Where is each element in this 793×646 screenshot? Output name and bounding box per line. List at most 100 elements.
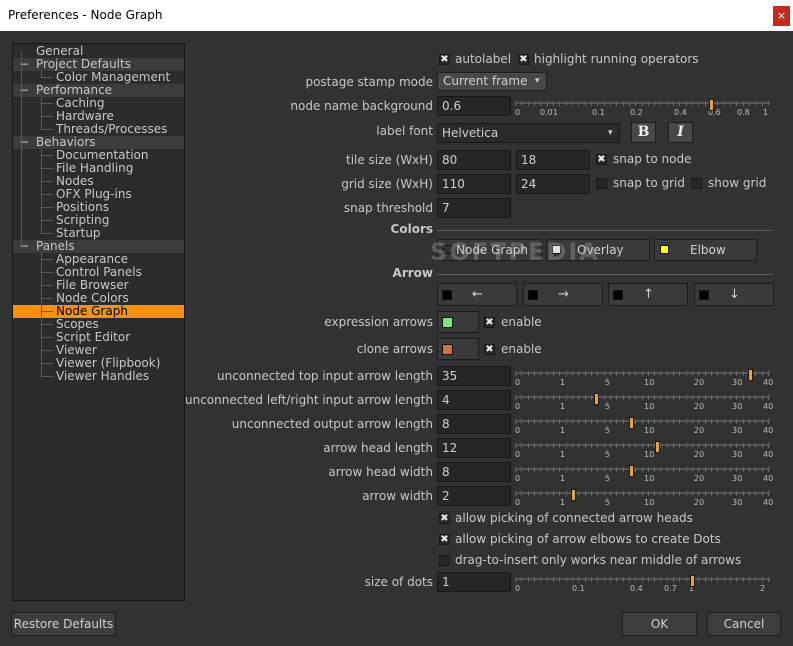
- length-setting-slider[interactable]: 0 1 5 10 20 30 40: [515, 441, 774, 459]
- italic-button[interactable]: I: [668, 122, 693, 143]
- slider-tick-label: 0: [515, 584, 521, 593]
- restore-defaults-button[interactable]: Restore Defaults: [11, 612, 116, 636]
- grid-size-w-input[interactable]: 110: [437, 174, 511, 194]
- slider-tick: [585, 577, 586, 582]
- slider-tick: [724, 419, 725, 424]
- length-setting-input[interactable]: 8: [437, 414, 511, 434]
- slider-tick: [642, 101, 643, 106]
- slider-tick: [578, 443, 579, 448]
- expression-arrows-enable-checkbox[interactable]: ✖: [484, 317, 495, 328]
- slider-tick: [528, 491, 529, 496]
- slider-handle[interactable]: [629, 465, 634, 477]
- clone-arrows-color-button[interactable]: [437, 338, 479, 360]
- slider-handle[interactable]: [629, 417, 634, 429]
- arrow-up-color-button[interactable]: ↑: [608, 283, 688, 306]
- snap-to-node-checkbox[interactable]: ✖: [596, 154, 607, 165]
- node-name-bg-input[interactable]: 0.6: [437, 96, 511, 116]
- tree-item[interactable]: Script Editor: [13, 331, 184, 344]
- tree-connector: [21, 52, 22, 247]
- slider-tick: [736, 419, 737, 424]
- highlight-running-checkbox[interactable]: ✖: [518, 54, 529, 65]
- length-setting-input[interactable]: 8: [437, 462, 511, 482]
- slider-tick-label: 30: [732, 474, 743, 483]
- node-name-bg-slider[interactable]: 0 0.01 0.1 0.2 0.4 0.6 0.8 1: [515, 99, 770, 117]
- slider-tick: [768, 443, 769, 448]
- slider-tick: [610, 491, 611, 496]
- slider-tick: [616, 101, 617, 106]
- slider-tick: [521, 395, 522, 400]
- slider-tick: [566, 491, 567, 496]
- clone-arrows-enable-checkbox[interactable]: ✖: [484, 344, 495, 355]
- grid-size-h-input[interactable]: 24: [516, 174, 590, 194]
- length-setting-slider[interactable]: 0 1 5 10 20 30 40: [515, 489, 773, 507]
- slider-tick-label: 10: [644, 378, 655, 387]
- slider-tick: [566, 577, 567, 582]
- slider-tick-label: 40: [763, 450, 774, 459]
- snap-to-grid-checkbox[interactable]: [596, 178, 607, 189]
- length-setting-slider[interactable]: 0 1 5 10 20 30 40: [515, 465, 773, 483]
- slider-tick: [755, 419, 756, 424]
- slider-tick: [521, 371, 522, 376]
- slider-tick: [692, 419, 693, 424]
- arrow-left-color-button[interactable]: ←: [437, 283, 517, 306]
- slider-handle[interactable]: [709, 99, 714, 111]
- option-checkbox[interactable]: ✖: [439, 534, 450, 545]
- length-setting-input[interactable]: 4: [437, 390, 511, 410]
- slider-handle[interactable]: [748, 369, 753, 381]
- slider-tick: [698, 395, 699, 400]
- slider-tick: [730, 101, 731, 106]
- length-setting-input[interactable]: 35: [437, 366, 511, 386]
- slider-tick: [642, 419, 643, 424]
- autolabel-label: autolabel: [455, 52, 512, 66]
- arrow-down-color-button[interactable]: ↓: [694, 283, 774, 306]
- size-of-dots-input[interactable]: 1: [437, 572, 511, 592]
- tile-size-w-input[interactable]: 80: [437, 150, 511, 170]
- length-setting-slider[interactable]: 0 1 5 10 20 30 40: [515, 417, 773, 435]
- elbow-color-button[interactable]: Elbow: [654, 239, 757, 261]
- clone-arrows-label: clone arrows: [356, 342, 433, 356]
- slider-tick: [515, 419, 516, 424]
- expression-arrows-color-button[interactable]: [437, 311, 479, 333]
- slider-handle[interactable]: [594, 393, 599, 405]
- postage-stamp-dropdown[interactable]: Current frame ▾: [437, 72, 547, 91]
- label-font-dropdown[interactable]: Helvetica ▾: [437, 123, 620, 143]
- grid-size-label: grid size (WxH): [341, 177, 433, 191]
- bold-button[interactable]: B: [631, 122, 656, 143]
- tree-connector: [41, 77, 53, 78]
- tree-item[interactable]: File Handling: [13, 162, 184, 175]
- chevron-down-icon: ▾: [608, 128, 613, 138]
- slider-handle[interactable]: [571, 489, 576, 501]
- show-grid-checkbox[interactable]: [691, 178, 702, 189]
- tree-item[interactable]: Viewer Handles: [13, 370, 184, 383]
- slider-handle[interactable]: [690, 575, 695, 587]
- slider-tick: [698, 101, 699, 106]
- slider-tick: [667, 395, 668, 400]
- autolabel-checkbox[interactable]: ✖: [439, 54, 450, 65]
- slider-tick: [698, 419, 699, 424]
- ok-button[interactable]: OK: [622, 612, 697, 636]
- slider-handle[interactable]: [655, 441, 660, 453]
- cancel-button[interactable]: Cancel: [707, 612, 781, 636]
- slider-tick: [749, 419, 750, 424]
- slider-tick: [755, 395, 756, 400]
- slider-tick: [629, 101, 630, 106]
- arrow-right-color-button[interactable]: →: [523, 283, 603, 306]
- slider-tick-label: 0: [515, 426, 521, 435]
- length-setting-input[interactable]: 2: [437, 486, 511, 506]
- slider-tick: [635, 491, 636, 496]
- length-setting-label: unconnected output arrow length: [231, 417, 433, 431]
- size-of-dots-slider[interactable]: 0 0.1 0.4 0.7 1 2: [515, 575, 770, 593]
- option-checkbox[interactable]: ✖: [439, 513, 450, 524]
- length-setting-slider[interactable]: 0 1 5 10 20 30 40: [515, 393, 773, 411]
- slider-tick-label: 1: [560, 450, 566, 459]
- length-setting-input[interactable]: 12: [437, 438, 511, 458]
- slider-tick: [566, 101, 567, 106]
- arrow-up-icon: ↑: [643, 287, 654, 302]
- slider-tick: [768, 371, 769, 376]
- option-checkbox[interactable]: [439, 555, 450, 566]
- snap-threshold-input[interactable]: 7: [437, 198, 511, 218]
- close-icon[interactable]: ×: [773, 6, 790, 26]
- tile-size-h-input[interactable]: 18: [516, 150, 590, 170]
- preferences-tree[interactable]: General − Project Defaults Color Management…: [12, 43, 185, 601]
- length-setting-slider[interactable]: 0 1 5 10 20 30 40: [515, 369, 773, 387]
